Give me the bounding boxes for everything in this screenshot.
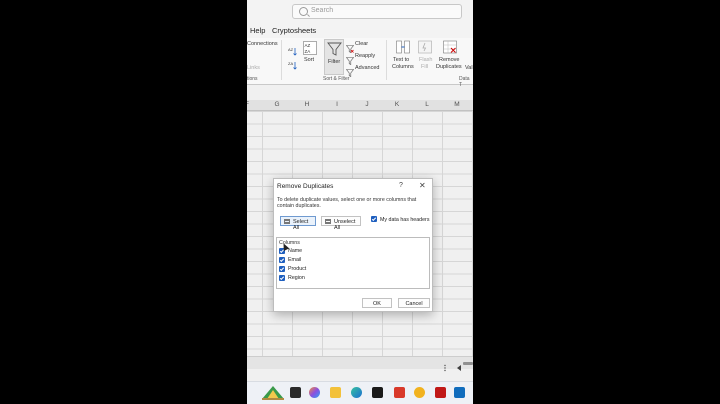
copilot-icon[interactable]	[309, 387, 320, 398]
help-icon[interactable]: ?	[399, 182, 403, 189]
unselect-all-button[interactable]: Unselect All	[321, 216, 361, 231]
filter-label: Filter	[328, 59, 341, 65]
dialog-title: Remove Duplicates	[277, 183, 334, 190]
filter-button[interactable]: Filter	[324, 39, 344, 75]
app-yellow-icon[interactable]	[414, 387, 425, 398]
taskbar	[247, 381, 473, 404]
search-box[interactable]: Search	[292, 4, 462, 19]
svg-text:ZA: ZA	[288, 61, 293, 66]
store-icon[interactable]	[372, 387, 383, 398]
task-view-icon[interactable]	[290, 387, 301, 398]
outlook-icon[interactable]	[454, 387, 465, 398]
clear-button[interactable]: Clear	[355, 41, 368, 47]
office-icon[interactable]	[394, 387, 405, 398]
close-icon[interactable]: ✕	[419, 181, 426, 190]
select-all-button[interactable]: Select All	[280, 216, 316, 231]
mcafee-icon[interactable]	[435, 387, 446, 398]
text-to-columns-label-1[interactable]: Text to	[393, 57, 409, 63]
ok-button[interactable]: OK	[362, 298, 392, 308]
headers-checkbox-label[interactable]: My data has headers	[380, 217, 429, 223]
menu-help[interactable]: Help	[250, 26, 265, 35]
column-checkbox[interactable]	[279, 257, 285, 263]
column-checkbox[interactable]	[279, 266, 285, 272]
search-placeholder: Search	[311, 7, 334, 14]
start-icon[interactable]	[260, 385, 286, 404]
remove-duplicates-label-2[interactable]: Duplicates	[436, 64, 462, 70]
cancel-label: Cancel	[405, 300, 423, 307]
column-item-label: Region	[288, 275, 305, 281]
advanced-button[interactable]: Advanced	[355, 65, 379, 71]
remove-duplicates-label-1[interactable]: Remove	[439, 57, 459, 63]
data-ribbon: Connections Links tions AZ ZA AZ ZA Sort …	[247, 38, 473, 88]
file-explorer-icon[interactable]	[330, 387, 341, 398]
cancel-button[interactable]: Cancel	[398, 298, 430, 308]
unselect-all-icon	[325, 219, 331, 224]
column-item-label: Name	[288, 248, 303, 254]
headers-checkbox[interactable]	[371, 216, 377, 222]
sort-filter-group-label: Sort & Filter	[323, 76, 350, 82]
unselect-all-label: Unselect All	[334, 218, 356, 231]
select-all-icon	[284, 219, 290, 224]
select-all-label: Select All	[293, 218, 309, 231]
edge-icon[interactable]	[351, 387, 362, 398]
text-to-columns-label-2[interactable]: Columns	[392, 64, 414, 70]
ribbon-divider	[386, 40, 387, 80]
sort-za-icon[interactable]: ZA	[288, 57, 297, 75]
reapply-button[interactable]: Reapply	[355, 53, 375, 59]
connections-button[interactable]: Connections	[247, 41, 278, 47]
title-bar: Search	[247, 0, 473, 22]
svg-text:AZ: AZ	[288, 47, 294, 52]
flash-fill-label-1: Flash	[419, 57, 433, 63]
queries-group-label: tions	[247, 76, 258, 82]
dialog-description: To delete duplicate values, select one o…	[277, 197, 417, 210]
links-button: Links	[247, 65, 260, 71]
menu-bar: Help Cryptosheets	[247, 22, 473, 38]
search-icon	[299, 7, 308, 16]
column-checkbox[interactable]	[279, 275, 285, 281]
menu-cryptosheets[interactable]: Cryptosheets	[272, 26, 316, 35]
column-item-label: Email	[288, 257, 302, 263]
flash-fill-label-2: Fill	[421, 64, 429, 70]
column-item-label: Product	[288, 266, 307, 272]
columns-list: Columns Name Email Product Region	[276, 237, 430, 289]
svg-text:AZ: AZ	[305, 43, 311, 48]
ribbon-divider	[281, 40, 282, 80]
data-validation-label[interactable]: Val	[465, 65, 473, 71]
ok-label: OK	[373, 300, 381, 307]
sort-button[interactable]: Sort	[304, 57, 314, 63]
remove-duplicates-dialog: Remove Duplicates ? ✕ To delete duplicat…	[273, 178, 433, 312]
svg-text:ZA: ZA	[305, 49, 311, 54]
